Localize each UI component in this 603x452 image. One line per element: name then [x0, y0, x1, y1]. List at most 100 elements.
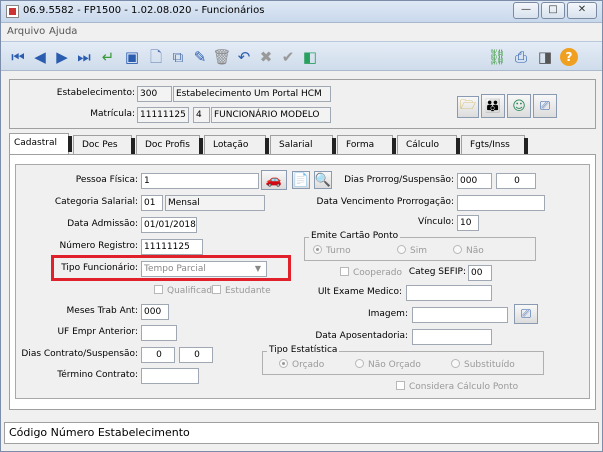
person-icon[interactable]: ☺ [507, 94, 531, 118]
qualificado-label: Qualificado [167, 286, 218, 296]
undo-icon[interactable]: ↶ [235, 48, 253, 66]
pessoa-fisica-field[interactable]: 1 [141, 173, 259, 189]
header-panel: Estabelecimento: 300 Estabelecimento Um … [9, 79, 596, 129]
delete-icon[interactable]: 🗑 [212, 48, 231, 66]
estabelecimento-name-field: Estabelecimento Um Portal HCM [173, 86, 331, 102]
copy-icon[interactable]: ⧉ [169, 48, 187, 66]
nao-orcado-label: Não Orçado [368, 360, 421, 370]
matricula-digit-field: 4 [193, 107, 210, 123]
edit-icon[interactable]: ✎ [191, 48, 209, 66]
registro-label: Número Registro: [59, 241, 138, 251]
venc-prorrog-field[interactable] [457, 195, 545, 211]
uf-field[interactable] [141, 325, 177, 341]
aposentadoria-label: Data Aposentadoria: [315, 331, 408, 341]
new-icon[interactable]: 🗋 [147, 48, 165, 66]
nao-radio[interactable]: Não [453, 245, 484, 256]
nao-label: Não [466, 246, 484, 256]
first-record-icon[interactable]: ⏮ [9, 48, 27, 66]
last-record-icon[interactable]: ⏭ [75, 48, 93, 66]
tipo-estatistica-title: Tipo Estatística [267, 345, 340, 355]
orcado-label: Orçado [292, 360, 325, 370]
dias-contrato-label: Dias Contrato/Suspensão: [21, 349, 138, 359]
ult-exame-label: Ult Exame Medico: [317, 287, 402, 297]
meses-field[interactable]: 000 [141, 304, 169, 320]
vinculo-field[interactable]: 10 [457, 215, 479, 231]
tab-strip: Cadastral Doc Pes Doc Profis Lotação Sal… [9, 133, 596, 168]
next-record-icon[interactable]: ▶ [53, 48, 71, 66]
menu-ajuda[interactable]: Ajuda [49, 26, 77, 37]
previous-record-icon[interactable]: ◀ [31, 48, 49, 66]
tab-doc-pes[interactable]: Doc Pes [73, 135, 135, 155]
exit-icon[interactable]: ◨ [536, 48, 554, 66]
turno-label: Turno [326, 246, 351, 256]
categoria-code-field[interactable]: 01 [141, 195, 163, 211]
status-bar: Código Número Estabelecimento [4, 422, 599, 444]
maximize-button[interactable]: □ [541, 2, 565, 19]
app-icon [6, 5, 19, 18]
tab-forma-pgto[interactable]: Forma Pgto [337, 135, 396, 168]
termino-label: Término Contrato: [57, 370, 138, 380]
tab-cadastral[interactable]: Cadastral [9, 133, 72, 155]
dias-prorrog-field-2[interactable]: 0 [496, 173, 536, 189]
camera-icon[interactable]: ⎚ [533, 94, 557, 118]
estudante-checkbox[interactable]: Estudante [212, 285, 271, 296]
tab-calculo[interactable]: Cálculo [397, 135, 460, 155]
estudante-label: Estudante [225, 286, 271, 296]
car-icon[interactable]: 🚗 [261, 170, 287, 190]
view-icon[interactable]: ▣ [123, 48, 141, 66]
emite-cartao-group: Emite Cartão Ponto Turno Sim Não [304, 231, 536, 261]
cooperado-label: Cooperado [353, 268, 402, 278]
uf-label: UF Empr Anterior: [57, 327, 138, 337]
sim-label: Sim [410, 246, 427, 256]
imagem-field[interactable] [412, 307, 508, 323]
cooperado-checkbox[interactable]: Cooperado [340, 267, 402, 278]
aposentadoria-field[interactable] [412, 329, 492, 345]
estabelecimento-code-field[interactable]: 300 [137, 86, 172, 102]
tab-doc-profis[interactable]: Doc Profis [136, 135, 203, 155]
tab-lotacao[interactable]: Lotação [204, 135, 269, 155]
dias-contrato-field-2[interactable]: 0 [179, 347, 213, 363]
ult-exame-field[interactable] [406, 285, 492, 301]
pessoa-fisica-label: Pessoa Física: [75, 175, 138, 185]
cadastral-panel: Pessoa Física: 1 🚗 📄 🔍 Categoria Salaria… [15, 164, 590, 399]
nao-orcado-radio[interactable]: Não Orçado [355, 359, 421, 370]
return-icon[interactable]: ↵ [99, 48, 117, 66]
dias-prorrog-field-1[interactable]: 000 [457, 173, 492, 189]
help-icon[interactable]: ? [560, 48, 578, 66]
termino-field[interactable] [141, 368, 199, 384]
document-icon[interactable]: 📄 [292, 171, 310, 189]
registro-field[interactable]: 11111125 [141, 239, 203, 255]
confirm-icon[interactable]: ✔ [279, 48, 297, 66]
estabelecimento-label: Estabelecimento: [56, 88, 135, 98]
tab-salarial[interactable]: Salarial [270, 135, 336, 155]
close-button[interactable]: ✕ [567, 2, 597, 19]
tab-fgts-inss[interactable]: Fgts/Inss [461, 135, 528, 155]
matricula-label: Matrícula: [90, 109, 135, 119]
orcado-radio[interactable]: Orçado [279, 359, 324, 370]
minimize-button[interactable]: — [513, 2, 539, 19]
categ-sefip-field[interactable]: 00 [468, 265, 492, 281]
network-icon[interactable]: ⛓ [487, 48, 506, 66]
cancel-icon[interactable]: ✖ [257, 48, 275, 66]
qualificado-checkbox[interactable]: Qualificado [154, 285, 218, 296]
dias-prorrog-label: Dias Prorrog/Suspensão: [344, 175, 454, 185]
dias-contrato-field-1[interactable]: 0 [141, 347, 175, 363]
turno-radio[interactable]: Turno [313, 245, 351, 256]
menu-arquivo[interactable]: Arquivo [7, 26, 45, 37]
camera-icon-image[interactable]: ⎚ [514, 304, 538, 324]
sim-radio[interactable]: Sim [397, 245, 427, 256]
folder-icon[interactable]: 🗁 [457, 96, 479, 118]
clear-icon[interactable]: ◧ [301, 48, 319, 66]
people-icon[interactable]: 👪 [481, 94, 505, 118]
meses-label: Meses Trab Ant: [66, 306, 138, 316]
highlight-box [51, 255, 291, 281]
print-icon[interactable]: ⎙ [512, 48, 530, 66]
tipo-estatistica-group: Tipo Estatística Orçado Não Orçado Subst… [262, 345, 544, 375]
admissao-field[interactable]: 01/01/2018 [141, 217, 197, 233]
substituido-label: Substituído [464, 360, 515, 370]
venc-prorrog-label: Data Vencimento Prorrogação: [316, 197, 454, 207]
categ-sefip-label: Categ SEFIP: [408, 267, 466, 277]
substituido-radio[interactable]: Substituído [451, 359, 515, 370]
matricula-field[interactable]: 11111125 [137, 107, 189, 123]
considera-calculo-checkbox[interactable]: Considera Cálculo Ponto [396, 381, 518, 392]
